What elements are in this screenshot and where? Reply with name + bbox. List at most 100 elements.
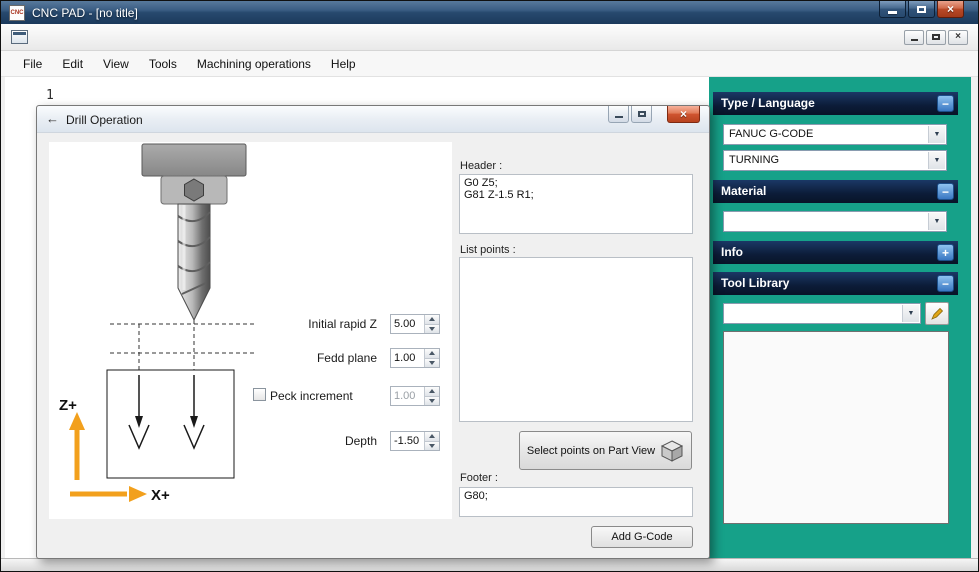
sidebar-panel: Type / Language − FANUC G-CODE ▼ TURNING… (709, 77, 971, 559)
maximize-icon (637, 111, 646, 117)
window-title: CNC PAD - [no title] (32, 5, 138, 20)
x-axis-arrow (70, 486, 147, 502)
close-icon: × (679, 107, 687, 121)
section-title: Info (721, 245, 743, 259)
depth-input[interactable] (391, 432, 424, 450)
edit-tool-button[interactable] (925, 302, 949, 325)
feed-plane-label: Fedd plane (316, 351, 377, 365)
chevron-down-icon[interactable]: ▼ (928, 213, 945, 230)
dialog-maximize-button[interactable] (631, 106, 652, 123)
document-icon[interactable] (11, 30, 28, 44)
restore-icon (932, 34, 940, 40)
spin-up-icon[interactable] (425, 315, 439, 325)
list-points-label: List points : (460, 244, 516, 256)
section-title: Type / Language (721, 96, 815, 110)
window-controls: × (879, 1, 964, 18)
peck-increment-input[interactable] (391, 387, 424, 405)
minus-icon: − (941, 96, 949, 111)
chevron-down-icon[interactable]: ▼ (928, 152, 945, 169)
line-number: 1 (46, 88, 54, 103)
depth-label: Depth (344, 434, 377, 448)
minus-icon: − (941, 184, 949, 199)
header-textarea[interactable]: G0 Z5; G81 Z-1.5 R1; (459, 174, 693, 234)
drill-bit (141, 143, 247, 322)
menu-view[interactable]: View (93, 52, 139, 76)
chevron-down-icon[interactable]: ▼ (928, 126, 945, 143)
mdi-minimize-button[interactable] (904, 29, 924, 45)
mode-select[interactable]: TURNING ▼ (723, 150, 947, 171)
part-outline (106, 369, 235, 479)
footer-textarea[interactable]: G80; (459, 487, 693, 517)
dialog-close-button[interactable]: × (667, 106, 700, 123)
menu-help[interactable]: Help (321, 52, 366, 76)
spin-up-icon[interactable] (425, 387, 439, 397)
plus-icon: + (941, 245, 949, 260)
menu-edit[interactable]: Edit (52, 52, 93, 76)
spin-up-icon[interactable] (425, 349, 439, 359)
reference-dashed-lines (110, 320, 254, 370)
tool-library-list[interactable] (723, 331, 949, 524)
minimize-button[interactable] (879, 1, 906, 18)
collapse-material-button[interactable]: − (937, 183, 954, 200)
select-points-label: Select points on Part View (526, 444, 656, 457)
list-points-textarea[interactable] (459, 257, 693, 422)
section-header-material: Material − (713, 180, 958, 203)
collapse-tool-library-button[interactable]: − (937, 275, 954, 292)
main-window: CNC CNC PAD - [no title] × × File Edit V… (0, 0, 979, 572)
spin-down-icon[interactable] (425, 396, 439, 405)
section-header-type-language: Type / Language − (713, 92, 958, 115)
spin-down-icon[interactable] (425, 441, 439, 450)
header-label: Header : (460, 160, 503, 172)
dialog-minimize-button[interactable] (608, 106, 629, 123)
language-select[interactable]: FANUC G-CODE ▼ (723, 124, 947, 145)
maximize-icon (917, 5, 926, 13)
mdi-window-controls: × (904, 29, 968, 45)
collapse-type-language-button[interactable]: − (937, 95, 954, 112)
z-axis-label: Z+ (59, 397, 77, 414)
chevron-down-icon[interactable]: ▼ (902, 305, 919, 322)
x-axis-label: X+ (151, 487, 170, 504)
initial-rapid-z-spinner[interactable] (390, 314, 440, 334)
drill-operation-dialog: ← Drill Operation × Z+ X+ Initial rapid … (36, 105, 710, 559)
minus-icon: − (941, 276, 949, 291)
add-gcode-button[interactable]: Add G-Code (591, 526, 693, 548)
spin-down-icon[interactable] (425, 324, 439, 333)
feed-plane-spinner[interactable] (390, 348, 440, 368)
z-axis-arrow (69, 412, 85, 480)
mdi-close-button[interactable]: × (948, 29, 968, 45)
feed-plane-input[interactable] (391, 349, 424, 367)
pencil-icon (930, 307, 943, 320)
menu-file[interactable]: File (13, 52, 52, 76)
minimize-icon (910, 38, 918, 41)
menu-machining-operations[interactable]: Machining operations (187, 52, 321, 76)
maximize-button[interactable] (908, 1, 935, 18)
initial-rapid-z-input[interactable] (391, 315, 424, 333)
depth-spinner[interactable] (390, 431, 440, 451)
select-points-button[interactable]: Select points on Part View (519, 431, 692, 470)
mode-select-value: TURNING (729, 154, 780, 166)
peck-increment-label: Peck increment (270, 389, 353, 403)
menu-tools[interactable]: Tools (139, 52, 187, 76)
close-icon: × (946, 2, 954, 16)
material-select[interactable]: ▼ (723, 211, 947, 232)
minimize-icon (614, 116, 623, 118)
mdi-restore-button[interactable] (926, 29, 946, 45)
spin-down-icon[interactable] (425, 358, 439, 367)
app-icon-text: CNC (10, 9, 24, 16)
add-gcode-label: Add G-Code (611, 531, 673, 543)
initial-rapid-z-label: Initial rapid Z (308, 317, 377, 331)
section-title: Material (721, 184, 767, 198)
spin-up-icon[interactable] (425, 432, 439, 442)
tool-select[interactable]: ▼ (723, 303, 921, 324)
expand-info-button[interactable]: + (937, 244, 954, 261)
dialog-title: Drill Operation (66, 113, 143, 127)
peck-increment-spinner[interactable] (390, 386, 440, 406)
section-header-tool-library: Tool Library − (713, 272, 958, 295)
peck-increment-checkbox[interactable] (253, 388, 266, 401)
language-select-value: FANUC G-CODE (729, 128, 814, 140)
close-button[interactable]: × (937, 1, 964, 18)
cube-icon (660, 439, 684, 462)
titlebar: CNC CNC PAD - [no title] × (1, 1, 978, 24)
back-arrow-icon[interactable]: ← (46, 111, 59, 126)
section-title: Tool Library (721, 276, 790, 290)
